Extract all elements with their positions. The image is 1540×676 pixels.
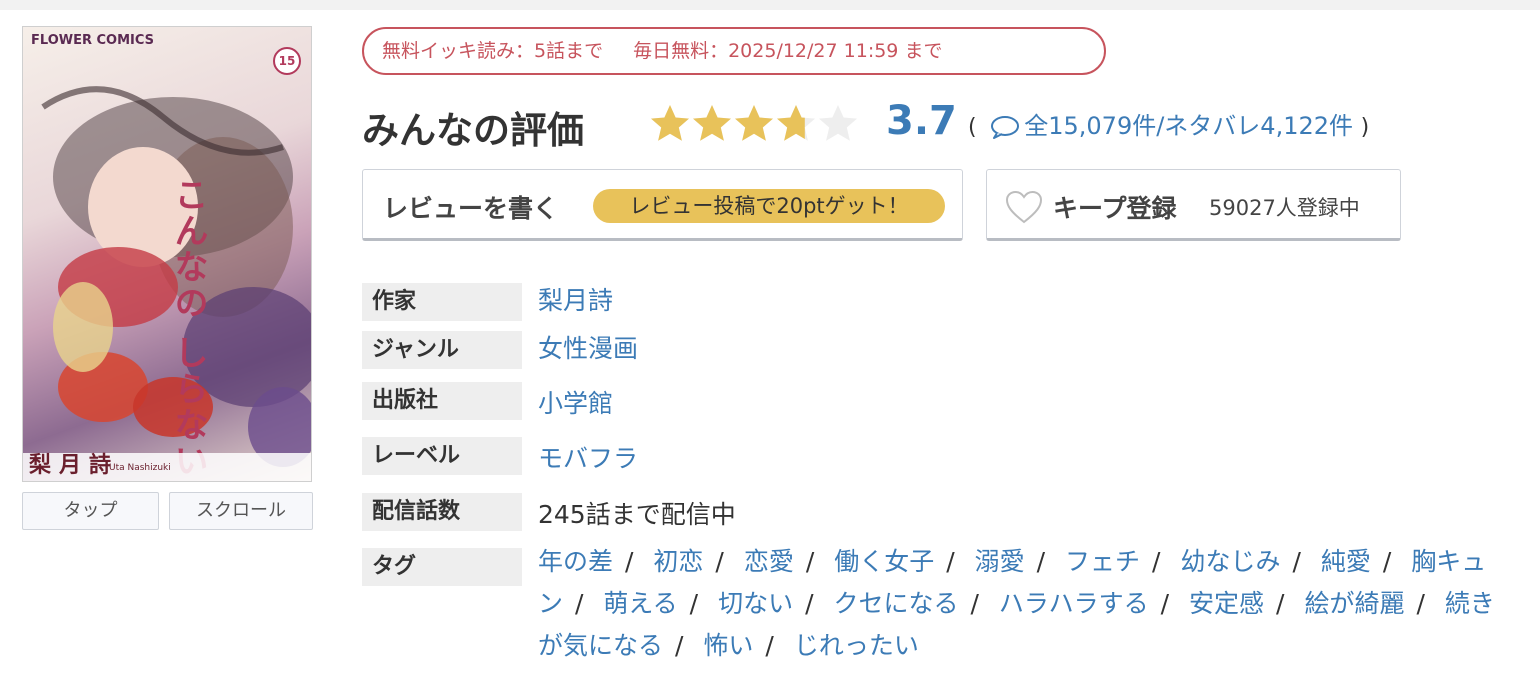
cover-author-romaji: Uta Nashizuki xyxy=(109,463,171,473)
free-read-text: 無料イッキ読み：5話まで xyxy=(382,40,604,62)
review-counts-link[interactable]: ( 全15,079件/ネタバレ4,122件 ) xyxy=(968,106,1369,141)
tag-separator: / xyxy=(675,631,684,660)
tag-separator: / xyxy=(805,547,815,576)
tag-separator: / xyxy=(970,589,979,618)
tag-link[interactable]: フェチ xyxy=(1065,547,1140,576)
tag-separator: / xyxy=(1382,547,1392,576)
tag-separator: / xyxy=(805,589,814,618)
info-key: レーベル xyxy=(362,437,522,475)
tag-separator: / xyxy=(946,547,955,576)
open-paren: ( xyxy=(968,115,977,140)
cover-brand: FLOWER COMICS xyxy=(31,33,155,48)
rating-label: みんなの評価 xyxy=(362,109,584,152)
write-review-button[interactable]: レビューを書く レビュー投稿で20ptゲット！ xyxy=(362,169,963,241)
tag-separator: / xyxy=(715,547,724,576)
free-reading-badge: 無料イッキ読み：5話まで 毎日無料：2025/12/27 11:59 まで xyxy=(362,27,1106,75)
tag-link[interactable]: 萌える xyxy=(603,589,677,618)
scroll-viewer-button[interactable]: スクロール xyxy=(169,492,313,530)
keep-label: キープ登録 xyxy=(1053,194,1177,223)
write-review-label: レビューを書く xyxy=(383,194,559,223)
tag-separator: / xyxy=(1152,547,1161,576)
star-icon xyxy=(693,105,731,141)
tap-viewer-button[interactable]: タップ xyxy=(22,492,159,530)
close-paren: ) xyxy=(1360,115,1370,140)
tag-link[interactable]: 恋愛 xyxy=(744,547,794,576)
tag-separator: / xyxy=(1036,547,1046,576)
star-icon xyxy=(651,105,689,141)
tag-separator: / xyxy=(575,589,584,618)
speech-bubble-icon xyxy=(991,116,1020,139)
info-key: 作家 xyxy=(362,283,522,321)
tag-list: 年の差 / 初恋 / 恋愛 / 働く女子 / 溺愛 / フェチ / 幼なじみ / 純愛 / 胸キ… xyxy=(538,541,1498,667)
star-icon xyxy=(819,105,857,141)
star-rating xyxy=(648,102,858,146)
tag-link[interactable]: 働く女子 xyxy=(834,547,934,576)
publisher-link[interactable]: 小学館 xyxy=(538,384,613,420)
tag-separator: / xyxy=(1416,589,1425,618)
tag-link[interactable]: クセになる xyxy=(833,589,958,618)
tag-link[interactable]: じれったい xyxy=(794,631,919,660)
heart-outline-icon xyxy=(1005,190,1043,228)
author-link[interactable]: 梨月詩 xyxy=(538,281,613,317)
episodes-value: 245話まで配信中 xyxy=(538,500,736,529)
keep-button[interactable]: キープ登録 59027人登録中 xyxy=(986,169,1401,241)
top-strip xyxy=(0,0,1540,10)
tag-separator: / xyxy=(689,589,699,618)
star-icon xyxy=(735,105,773,141)
tag-link[interactable]: 溺愛 xyxy=(975,547,1025,576)
star-icon xyxy=(777,105,815,141)
tag-link[interactable]: 安定感 xyxy=(1189,589,1264,618)
tag-separator: / xyxy=(625,547,634,576)
tag-separator: / xyxy=(1160,589,1170,618)
tag-separator: / xyxy=(765,631,774,660)
tag-separator: / xyxy=(1292,547,1301,576)
info-key: 配信話数 xyxy=(362,493,522,531)
review-counts: 全15,079件/ネタバレ4,122件 xyxy=(1024,112,1354,140)
tag-link[interactable]: 怖い xyxy=(703,631,753,660)
review-reward-pill: レビュー投稿で20ptゲット！ xyxy=(593,189,945,223)
tag-link[interactable]: 幼なじみ xyxy=(1180,547,1280,576)
cover-image[interactable]: FLOWER COMICS 15 こんなの しらない 梨月詩 Uta Nashi… xyxy=(22,26,312,482)
cover-title: こんなの しらない xyxy=(168,177,208,479)
tag-link[interactable]: 年の差 xyxy=(538,547,613,576)
info-key: 出版社 xyxy=(362,382,522,420)
tag-separator: / xyxy=(1276,589,1285,618)
keep-count: 59027人登録中 xyxy=(1209,196,1360,220)
cover-volume: 15 xyxy=(273,47,301,75)
cover-author: 梨月詩 xyxy=(29,452,120,478)
tag-link[interactable]: 切ない xyxy=(718,589,793,618)
daily-free-text: 毎日無料：2025/12/27 11:59 まで xyxy=(633,40,943,62)
info-key: タグ xyxy=(362,548,522,586)
tag-link[interactable]: 絵が綺麗 xyxy=(1304,589,1404,618)
tag-link[interactable]: 純愛 xyxy=(1321,547,1371,576)
genre-link[interactable]: 女性漫画 xyxy=(538,329,638,365)
tag-link[interactable]: 初恋 xyxy=(653,547,703,576)
rating-score: 3.7 xyxy=(886,98,957,144)
label-link[interactable]: モバフラ xyxy=(538,439,638,475)
tag-link[interactable]: ハラハラする xyxy=(999,589,1149,618)
info-key: ジャンル xyxy=(362,331,522,369)
